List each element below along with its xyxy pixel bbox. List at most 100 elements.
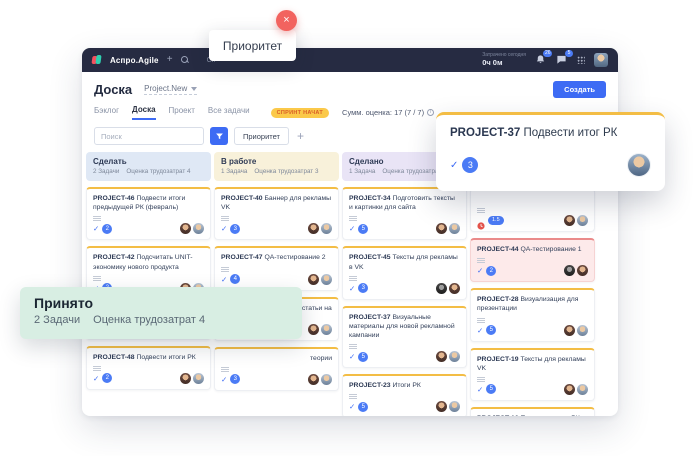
task-card[interactable]: PROJECT-48 Подвести итоги РК✓2 bbox=[86, 346, 211, 390]
avatar-group bbox=[564, 265, 588, 276]
messages-badge: 5 bbox=[565, 50, 573, 57]
avatar bbox=[577, 265, 588, 276]
column-header: Сделать2 ЗадачиОценка трудозатрат 4 bbox=[86, 152, 211, 181]
filter-chip-priority[interactable]: Приоритет bbox=[234, 127, 289, 145]
column-title: Сделать bbox=[93, 157, 204, 166]
accepted-title: Принято bbox=[34, 295, 288, 311]
task-text: Итоги РК bbox=[392, 382, 420, 389]
task-card[interactable]: PROJECT-34 Подготовить тексты и картинки… bbox=[342, 187, 467, 240]
avatar bbox=[308, 324, 319, 335]
task-footer: ✓2 bbox=[93, 223, 204, 234]
app-logo-icon bbox=[92, 55, 102, 65]
description-icon bbox=[349, 344, 357, 345]
task-id: PROJECT-23 bbox=[349, 382, 392, 389]
description-icon bbox=[477, 258, 485, 259]
board-column: Сделать2 ЗадачиОценка трудозатрат 4 PROJE… bbox=[86, 152, 211, 390]
task-card[interactable]: PROJECT-44 QA-тестирование 1 ✓2 bbox=[470, 238, 595, 282]
task-text: QA-тестирование 1 bbox=[520, 246, 581, 253]
task-card[interactable]: PROJECT-37 Визуальные материалы для ново… bbox=[342, 306, 467, 369]
column-estimate: Оценка трудозатрат 4 bbox=[126, 168, 190, 175]
chevron-down-icon bbox=[191, 87, 197, 91]
column-task-count: 1 Задача bbox=[349, 168, 375, 175]
points-badge: 3 bbox=[230, 374, 240, 384]
task-title: PROJECT-46 Подвести итоги предыдущей РК … bbox=[93, 194, 204, 212]
task-title: теории bbox=[221, 354, 332, 363]
points-badge: 3 bbox=[230, 224, 240, 234]
task-card[interactable]: PROJECT-45 Тексты для рекламы в VK✓3 bbox=[342, 246, 467, 299]
tab-backlog[interactable]: Бэклог bbox=[94, 106, 119, 119]
task-card[interactable]: PROJECT-40 Баннер для рекламы VK✓3 bbox=[214, 187, 339, 240]
project-selector-value: Project.New bbox=[144, 84, 187, 93]
avatar bbox=[436, 283, 447, 294]
app-window: Аспро.Agile + Сп Затрачено сегодня 0ч 0м… bbox=[82, 48, 618, 416]
avatar bbox=[180, 223, 191, 234]
tab-project[interactable]: Проект bbox=[169, 106, 195, 119]
points-badge: 2 bbox=[486, 266, 496, 276]
check-icon: ✓ bbox=[349, 284, 355, 293]
create-button[interactable]: Создать bbox=[553, 81, 606, 98]
check-icon: ✓ bbox=[221, 224, 227, 233]
task-card[interactable]: 1.5 bbox=[470, 188, 595, 232]
page-title: Доска bbox=[94, 82, 132, 97]
avatar bbox=[321, 374, 332, 385]
description-icon bbox=[93, 216, 101, 217]
check-icon: ✓ bbox=[93, 374, 99, 383]
messages-button[interactable]: 5 bbox=[556, 54, 568, 66]
task-id: PROJECT-48 bbox=[93, 354, 136, 361]
description-icon bbox=[349, 394, 357, 395]
task-id: PROJECT-16 bbox=[477, 415, 520, 416]
board-column: В работе1 ЗадачаОценка трудозатрат 3 PROJ… bbox=[214, 152, 339, 391]
avatar bbox=[180, 373, 191, 384]
task-popup-card[interactable]: PROJECT-37 Подвести итог РК ✓ 3 bbox=[436, 112, 665, 191]
task-footer: ✓5 bbox=[477, 384, 588, 395]
tab-all-tasks[interactable]: Все задачи bbox=[208, 106, 250, 119]
task-card[interactable]: теории✓3 bbox=[214, 347, 339, 391]
task-footer: 1.5 bbox=[477, 215, 588, 226]
add-filter-icon[interactable]: + bbox=[297, 130, 304, 142]
check-icon: ✓ bbox=[450, 160, 458, 171]
task-card[interactable]: PROJECT-47 QA-тестирование 2✓4 bbox=[214, 246, 339, 290]
notifications-button[interactable]: 26 bbox=[535, 54, 547, 66]
project-selector[interactable]: Project.New bbox=[144, 84, 197, 95]
info-icon[interactable]: i bbox=[427, 109, 434, 116]
task-card[interactable]: PROJECT-16 Подвести итоги РК bbox=[470, 407, 595, 416]
task-card[interactable]: PROJECT-28 Визуализация для презентации✓… bbox=[470, 288, 595, 341]
apps-grid-icon[interactable] bbox=[577, 56, 585, 64]
search-input[interactable] bbox=[94, 127, 204, 145]
avatar bbox=[449, 351, 460, 362]
filter-button[interactable] bbox=[210, 127, 228, 145]
avatar bbox=[436, 351, 447, 362]
check-icon: ✓ bbox=[349, 402, 355, 411]
task-card[interactable]: PROJECT-46 Подвести итоги предыдущей РК … bbox=[86, 187, 211, 240]
description-icon bbox=[477, 318, 485, 319]
points-badge: 5 bbox=[358, 224, 368, 234]
add-icon[interactable]: + bbox=[167, 55, 173, 65]
task-title: PROJECT-44 QA-тестирование 1 bbox=[477, 245, 588, 254]
task-id: PROJECT-19 bbox=[477, 356, 520, 363]
tab-board[interactable]: Доска bbox=[132, 105, 155, 120]
points-badge: 4 bbox=[230, 274, 240, 284]
task-id: PROJECT-45 bbox=[349, 254, 392, 261]
notifications-badge: 26 bbox=[543, 50, 552, 57]
task-title: PROJECT-28 Визуализация для презентации bbox=[477, 295, 588, 313]
avatar bbox=[321, 324, 332, 335]
check-icon: ✓ bbox=[477, 266, 483, 275]
task-card[interactable]: PROJECT-19 Тексты для рекламы VK✓5 bbox=[470, 348, 595, 401]
points-badge: 3 bbox=[358, 283, 368, 293]
column-header: В работе1 ЗадачаОценка трудозатрат 3 bbox=[214, 152, 339, 181]
close-icon[interactable]: × bbox=[276, 10, 297, 31]
avatar bbox=[449, 223, 460, 234]
check-icon: ✓ bbox=[349, 224, 355, 233]
check-icon: ✓ bbox=[477, 385, 483, 394]
task-id: PROJECT-47 bbox=[221, 254, 264, 261]
task-text: Подвести итоги РК bbox=[136, 354, 195, 361]
task-text: Подвести итоги РК bbox=[520, 415, 579, 416]
page-header: Доска Project.New Создать bbox=[82, 72, 618, 101]
points-badge: 2 bbox=[102, 224, 112, 234]
time-tracker-value: 0ч 0м bbox=[482, 59, 526, 68]
search-icon[interactable] bbox=[181, 56, 189, 64]
task-card[interactable]: PROJECT-23 Итоги РК✓5 bbox=[342, 374, 467, 416]
points-badge: 3 bbox=[462, 157, 478, 173]
board-column: 1.5PROJECT-44 QA-тестирование 1✓2PROJECT… bbox=[470, 152, 595, 416]
user-avatar[interactable] bbox=[594, 53, 608, 67]
